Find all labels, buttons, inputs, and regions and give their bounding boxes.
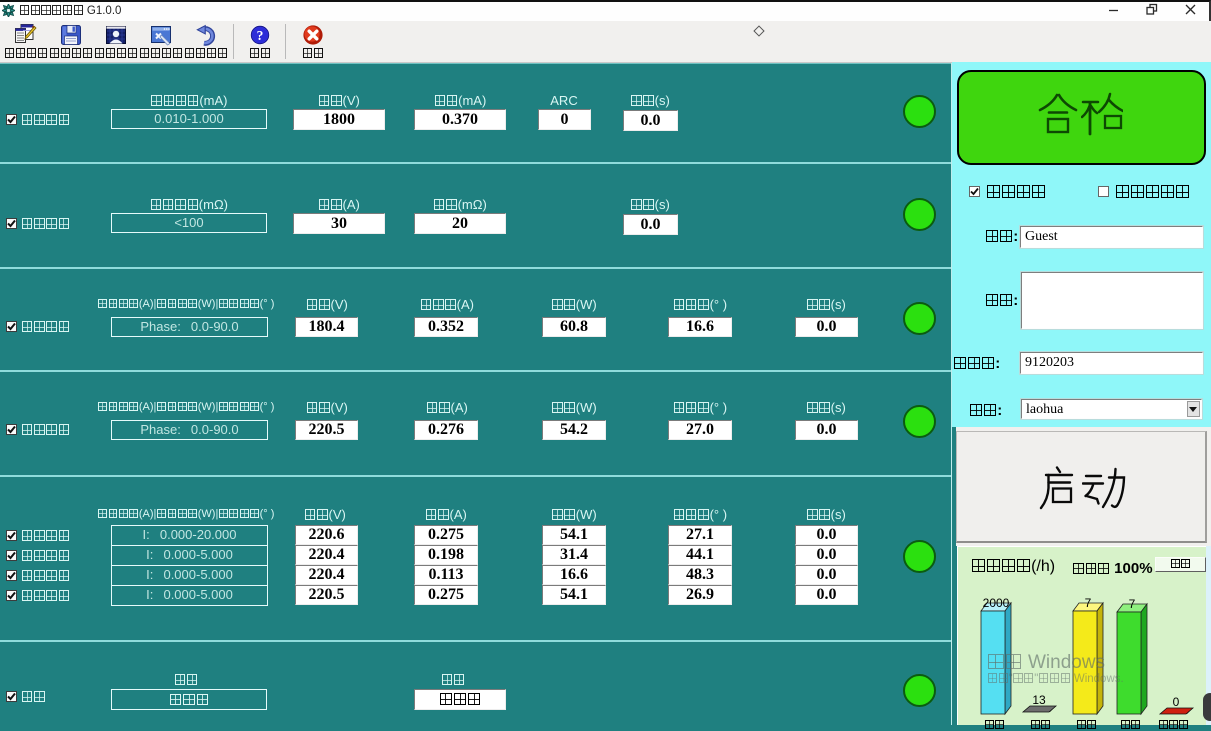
svg-text:2000: 2000 <box>983 596 1010 610</box>
svg-text:13: 13 <box>1032 693 1046 707</box>
svg-text:7: 7 <box>1085 596 1092 610</box>
svg-text:0: 0 <box>1173 695 1180 709</box>
svg-text:?: ? <box>257 28 264 43</box>
svg-text:7: 7 <box>1129 597 1136 611</box>
